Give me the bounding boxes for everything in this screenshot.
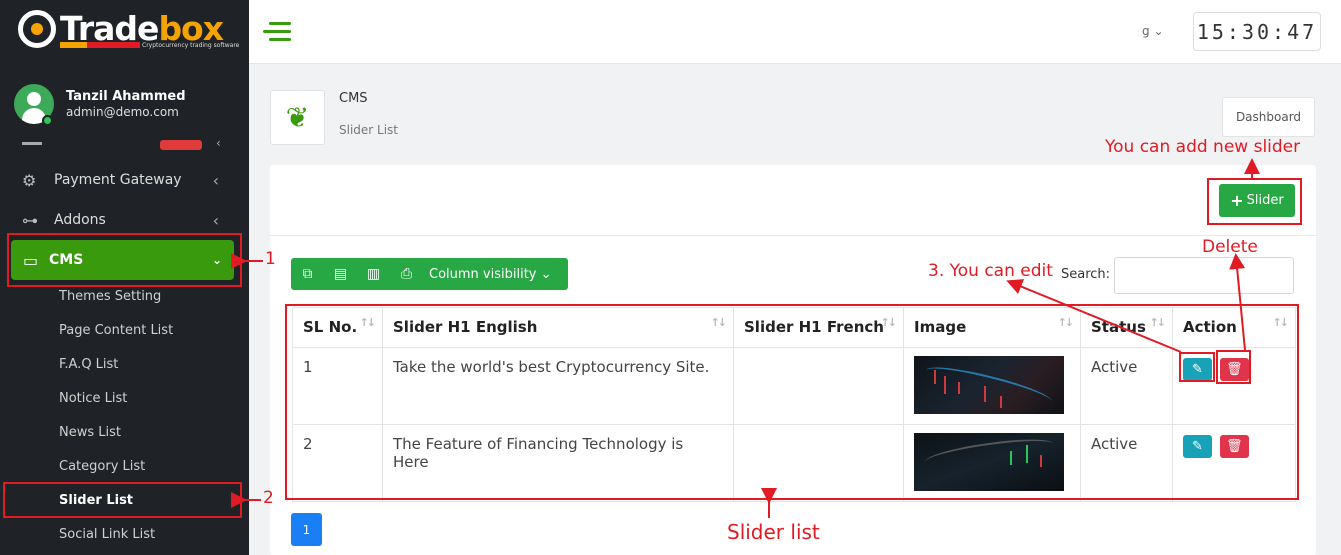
search-input[interactable]	[1114, 257, 1294, 294]
annotation-box-cms	[7, 233, 242, 287]
datatable-toolbar: ⧉ ▤ ▥ ⎙ Column visibility ⌄	[291, 258, 568, 290]
logo-stripes	[60, 42, 141, 48]
sidebar-item-partial[interactable]: ‹	[22, 134, 232, 150]
annotation-label-slider-list: Slider list	[727, 520, 820, 544]
sidebar-subitem-page-content-list[interactable]: Page Content List	[59, 323, 173, 338]
badge	[160, 140, 202, 150]
chevron-left-icon: ‹	[212, 210, 219, 230]
annotation-box-delete	[1216, 350, 1251, 384]
annotation-box-table	[285, 304, 1299, 500]
excel-icon[interactable]: ▤	[324, 266, 357, 282]
sitemap-icon: ⊶	[22, 210, 38, 230]
search-label: Search:	[1061, 267, 1111, 282]
sidebar-subitem-news-list[interactable]: News List	[59, 425, 121, 440]
page-subtitle: Slider List	[339, 123, 399, 137]
sidebar-item-label: Addons	[54, 212, 106, 228]
user-profile[interactable]: Tanzil Ahammed admin@demo.com	[14, 84, 186, 124]
annotation-box-edit	[1179, 352, 1215, 382]
annotation-label-delete: Delete	[1202, 237, 1258, 257]
dashboard-button[interactable]: Dashboard	[1222, 97, 1315, 137]
sidebar-subitem-faq-list[interactable]: F.A.Q List	[59, 357, 118, 372]
user-email: admin@demo.com	[66, 105, 179, 119]
language-selector[interactable]: g ⌄	[1142, 24, 1164, 38]
pdf-icon[interactable]: ▥	[357, 266, 390, 282]
print-icon[interactable]: ⎙	[390, 266, 423, 282]
menu-toggle-icon[interactable]	[263, 22, 291, 42]
sidebar-subitem-category-list[interactable]: Category List	[59, 459, 145, 474]
annotation-box-slider-list	[3, 482, 242, 518]
online-status-dot	[42, 115, 53, 126]
copy-icon[interactable]: ⧉	[291, 266, 324, 282]
annotation-label-1: 1	[265, 249, 276, 269]
annotation-label-edit: 3. You can edit	[928, 261, 1053, 281]
pagination-page-1[interactable]: 1	[291, 513, 322, 546]
sidebar-item-payment-gateway[interactable]: ⚙ Payment Gateway ‹	[22, 165, 227, 195]
top-bar: g ⌄ 15:30:47	[249, 0, 1341, 64]
leaf-icon: ❦	[270, 90, 325, 145]
sidebar-item-label: Payment Gateway	[54, 172, 182, 188]
user-name: Tanzil Ahammed	[66, 89, 186, 104]
sidebar-subitem-notice-list[interactable]: Notice List	[59, 391, 127, 406]
logo-mark-icon	[18, 10, 56, 48]
page-title: CMS	[339, 91, 368, 106]
gears-icon: ⚙	[22, 170, 37, 190]
sidebar-item-addons[interactable]: ⊶ Addons ‹	[22, 205, 227, 235]
annotation-box-add	[1207, 178, 1302, 225]
clock: 15:30:47	[1193, 12, 1321, 51]
column-visibility-button[interactable]: Column visibility ⌄	[429, 267, 552, 282]
annotation-label-add-new: You can add new slider	[1105, 137, 1301, 157]
card-divider	[270, 235, 1316, 236]
chevron-left-icon: ‹	[216, 136, 221, 150]
sidebar-subitem-themes-setting[interactable]: Themes Setting	[59, 289, 161, 304]
sidebar-subitem-social-link-list[interactable]: Social Link List	[59, 527, 155, 542]
chevron-down-icon: ⌄	[1153, 24, 1164, 38]
annotation-label-2: 2	[263, 488, 274, 508]
chevron-down-icon: ⌄	[540, 266, 552, 282]
chevron-left-icon: ‹	[212, 170, 219, 190]
brand-tagline: Cryptocurrency trading software	[142, 42, 240, 49]
